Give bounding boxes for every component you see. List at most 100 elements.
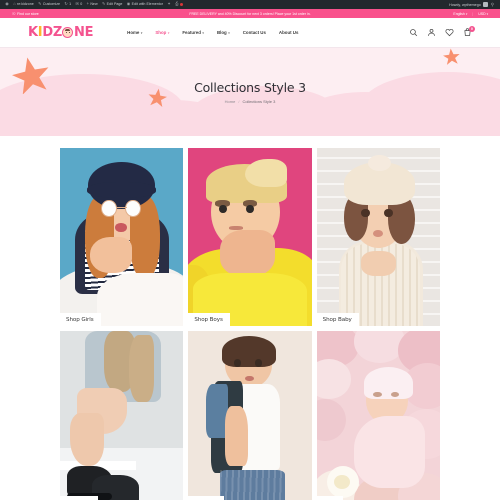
search-icon[interactable] xyxy=(409,28,418,37)
admin-bar-item-customize[interactable]: ✎ Customize xyxy=(36,0,62,9)
logo-letter-e: E xyxy=(84,25,94,40)
page-hero: Collections Style 3 Home / Collections S… xyxy=(0,48,500,136)
admin-bar-item-comments[interactable]: ✉ 0 xyxy=(73,0,84,9)
collection-image xyxy=(60,148,184,326)
nav-item-blog[interactable]: Blog ▾ xyxy=(217,30,230,35)
site-logo[interactable]: KIDZNE xyxy=(28,25,93,40)
hero-content: Collections Style 3 Home / Collections S… xyxy=(0,48,500,136)
plus-icon: + xyxy=(86,1,90,7)
nav-item-shop[interactable]: Shop ▾ xyxy=(155,30,169,35)
find-store-link[interactable]: ☉ Find our store xyxy=(12,11,39,16)
chevron-down-icon: ▾ xyxy=(167,30,170,35)
collection-card-shop-girls[interactable]: Shop Girls xyxy=(60,148,184,326)
home-icon: ⌂ xyxy=(13,1,16,7)
find-store-label: Find our store xyxy=(17,11,39,16)
collection-card-shop-boys[interactable]: Shop Boys xyxy=(188,148,312,326)
nav-label: Home xyxy=(127,30,140,35)
collection-label: Shop Boys xyxy=(188,313,230,326)
nav-label: Blog xyxy=(216,30,227,35)
logo-letter-z: Z xyxy=(52,25,62,40)
breadcrumb: Home / Collections Style 3 xyxy=(225,99,276,104)
admin-bar-customize-label: Customize xyxy=(42,2,61,6)
collection-image xyxy=(316,148,440,326)
collection-label: Clothing xyxy=(188,496,224,500)
main-navigation: Home ▾ Shop ▾ Featured ▾ Blog ▾ Contact … xyxy=(127,30,298,35)
admin-bar-item-settings[interactable]: ✦ xyxy=(165,0,173,9)
nav-item-about-us[interactable]: About Us xyxy=(279,30,299,35)
collection-image xyxy=(188,148,312,326)
notification-dot-icon xyxy=(179,3,183,6)
admin-bar-elementor-label: Edit with Elementor xyxy=(131,2,164,6)
nav-label: Featured xyxy=(182,30,201,35)
collection-image xyxy=(60,331,184,500)
admin-bar-new-label: New xyxy=(90,2,98,6)
chevron-down-icon: ▾ xyxy=(486,11,488,16)
update-icon: ↻ xyxy=(64,1,68,7)
settings-icon: ✦ xyxy=(167,1,171,7)
breadcrumb-home-link[interactable]: Home xyxy=(225,99,236,104)
logo-letter-n: N xyxy=(73,25,85,40)
baby-face-icon xyxy=(62,27,74,38)
logo-letter-d: D xyxy=(42,25,53,40)
nav-label: Contact Us xyxy=(242,30,266,35)
collection-image xyxy=(188,331,312,500)
site-header: KIDZNE Home ▾ Shop ▾ Featured ▾ Blog ▾ C… xyxy=(0,18,500,48)
promo-message: FREE DELIVERY and 40% Discount for next … xyxy=(189,11,311,16)
admin-bar-site-label: re:kidzone xyxy=(17,2,34,6)
breadcrumb-current: Collections Style 3 xyxy=(242,99,276,104)
elementor-icon: ◉ xyxy=(126,1,131,7)
logo-letter-k: K xyxy=(28,25,38,40)
nav-item-contact-us[interactable]: Contact Us xyxy=(243,30,266,35)
page-title: Collections Style 3 xyxy=(194,80,306,95)
collection-card-baby[interactable]: Baby xyxy=(316,331,440,500)
admin-bar-item-elementor[interactable]: ◉ Edit with Elementor xyxy=(125,0,166,9)
admin-bar-item-updates[interactable]: ↻ 1 xyxy=(62,0,73,9)
admin-bar-updates-count: 1 xyxy=(69,2,72,6)
customize-icon: ✎ xyxy=(38,1,42,7)
admin-bar-item-copy[interactable]: ⎙ xyxy=(173,0,185,9)
user-account-icon[interactable] xyxy=(427,28,436,37)
collection-image xyxy=(316,331,440,500)
admin-bar-right: Howdy, wpthemego ⚲ xyxy=(449,2,497,8)
star-decoration-icon xyxy=(148,88,167,107)
shopping-cart-icon[interactable]: 0 xyxy=(463,26,475,37)
collection-card-shop-baby[interactable]: Shop Baby xyxy=(316,148,440,326)
nav-label: Shop xyxy=(155,30,167,35)
nav-label: About Us xyxy=(278,30,299,35)
chevron-down-icon: ▾ xyxy=(140,30,143,35)
language-label: English xyxy=(453,11,465,16)
comment-icon: ✉ xyxy=(75,1,80,7)
chevron-down-icon: ▾ xyxy=(228,30,230,35)
chevron-down-icon: ▾ xyxy=(465,11,468,16)
collection-card-footwear[interactable]: Footwear xyxy=(60,331,184,500)
admin-bar-edit-page-label: Edit Page xyxy=(106,2,123,6)
nav-item-featured[interactable]: Featured ▾ xyxy=(182,30,204,35)
chevron-down-icon: ▾ xyxy=(202,30,204,35)
edit-icon: ✎ xyxy=(101,1,106,7)
topbar-selectors: English ▾ | USD ▾ xyxy=(453,12,488,16)
language-selector[interactable]: English ▾ xyxy=(453,12,467,16)
admin-bar-item-edit-page[interactable]: ✎ Edit Page xyxy=(100,0,125,9)
admin-bar-item-wordpress[interactable]: ◉ xyxy=(3,0,11,9)
currency-selector[interactable]: USD ▾ xyxy=(478,12,488,16)
search-icon[interactable]: ⚲ xyxy=(488,2,497,8)
copy-icon: ⎙ xyxy=(175,1,179,7)
collection-label: Footwear xyxy=(60,496,98,500)
announcement-bar: ☉ Find our store FREE DELIVERY and 40% D… xyxy=(0,9,500,18)
admin-bar-item-site[interactable]: ⌂ re:kidzone xyxy=(11,0,36,9)
map-pin-icon: ☉ xyxy=(12,11,16,16)
topbar-separator: | xyxy=(472,11,474,16)
collection-card-clothing[interactable]: Clothing xyxy=(188,331,312,500)
collection-label: Shop Girls xyxy=(60,313,101,326)
wp-admin-bar[interactable]: ◉ ⌂ re:kidzone ✎ Customize ↻ 1 ✉ 0 + New… xyxy=(0,0,500,9)
header-icon-group: 0 xyxy=(409,26,475,37)
cart-count-badge: 0 xyxy=(469,26,475,32)
admin-bar-item-new[interactable]: + New xyxy=(84,0,99,9)
star-decoration-icon xyxy=(12,57,49,94)
collection-label: Shop Baby xyxy=(316,313,359,326)
nav-item-home[interactable]: Home ▾ xyxy=(127,30,142,35)
star-decoration-icon xyxy=(443,48,460,65)
admin-bar-howdy-label[interactable]: Howdy, wpthemego xyxy=(449,3,481,7)
wishlist-heart-icon[interactable] xyxy=(445,28,454,37)
breadcrumb-separator: / xyxy=(238,99,240,104)
